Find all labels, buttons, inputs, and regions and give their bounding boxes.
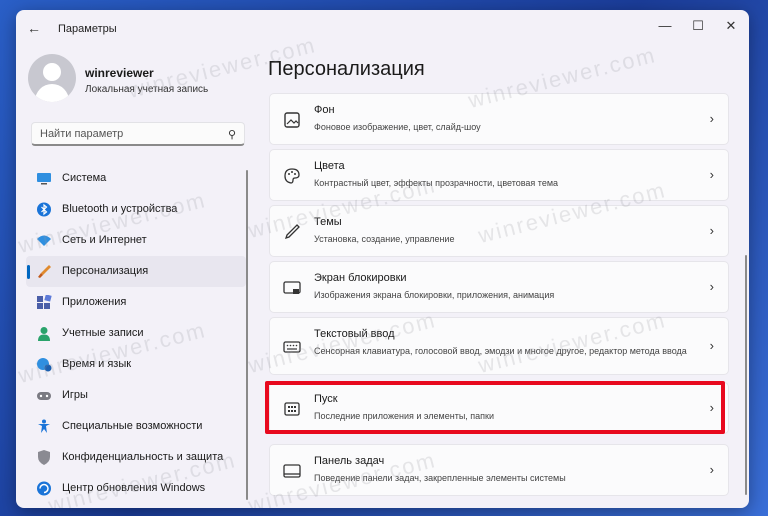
setting-background[interactable]: Фон Фоновое изображение, цвет, слайд-шоу…	[269, 93, 729, 145]
sidebar-item-accessibility[interactable]: Специальные возможности	[26, 411, 246, 442]
sidebar-item-label: Время и язык	[62, 358, 132, 370]
card-title: Экран блокировки	[314, 272, 407, 284]
card-description: Изображения экрана блокировки, приложени…	[314, 290, 555, 300]
maximize-button[interactable]: ☐	[686, 16, 710, 36]
card-title: Фон	[314, 104, 335, 116]
palette-icon	[284, 168, 300, 184]
chevron-right-icon: ›	[709, 111, 714, 126]
sidebar-item-windows-update[interactable]: Центр обновления Windows	[26, 473, 246, 504]
card-title: Текстовый ввод	[314, 328, 395, 340]
user-name: winreviewer	[85, 66, 154, 80]
monitor-icon	[37, 173, 51, 185]
setting-themes[interactable]: Темы Установка, создание, управление ›	[269, 205, 729, 257]
sidebar-item-label: Учетные записи	[62, 327, 144, 339]
wifi-icon	[37, 235, 51, 246]
chevron-right-icon: ›	[709, 279, 714, 294]
sidebar-item-label: Персонализация	[62, 265, 149, 277]
sidebar-item-label: Центр обновления Windows	[62, 482, 206, 494]
apps-icon	[37, 295, 52, 309]
avatar	[28, 54, 76, 102]
sidebar-nav: Система Bluetooth и устройства Сеть и Ин…	[26, 163, 246, 504]
sidebar-item-accounts[interactable]: Учетные записи	[26, 318, 246, 349]
brush-icon	[38, 265, 51, 278]
update-icon	[37, 481, 51, 496]
sidebar-item-personalization[interactable]: Персонализация	[26, 256, 246, 287]
setting-colors[interactable]: Цвета Контрастный цвет, эффекты прозрачн…	[269, 149, 729, 201]
pen-icon	[284, 224, 300, 240]
highlight-frame	[265, 381, 725, 434]
sidebar-item-label: Конфиденциальность и защита	[62, 451, 224, 463]
lock-screen-icon	[283, 281, 301, 294]
gamepad-icon	[37, 392, 51, 400]
card-title: Темы	[314, 216, 342, 228]
page-title: Персонализация	[268, 58, 425, 80]
search-input[interactable]: Найти параметр ⚲	[31, 122, 245, 146]
main-scrollbar[interactable]	[745, 255, 747, 495]
sidebar-item-label: Система	[62, 172, 107, 184]
account-type: Локальная учетная запись	[85, 84, 209, 95]
settings-window: ← Параметры — ☐ ✕ winreviewer Локальная …	[16, 10, 749, 508]
sidebar-item-label: Bluetooth и устройства	[62, 203, 178, 215]
image-icon	[284, 112, 300, 128]
sidebar-item-label: Игры	[62, 389, 88, 401]
setting-lock-screen[interactable]: Экран блокировки Изображения экрана блок…	[269, 261, 729, 313]
card-title: Цвета	[314, 160, 345, 172]
active-indicator	[27, 265, 30, 279]
window-title: Параметры	[58, 23, 117, 35]
sidebar-item-label: Приложения	[62, 296, 127, 308]
chevron-right-icon: ›	[709, 462, 714, 477]
sidebar-item-time-language[interactable]: Время и язык	[26, 349, 246, 380]
sidebar-item-label: Специальные возможности	[62, 420, 203, 432]
search-icon: ⚲	[227, 129, 236, 141]
search-placeholder: Найти параметр	[40, 128, 124, 140]
close-button[interactable]: ✕	[719, 16, 743, 36]
card-description: Сенсорная клавиатура, голосовой ввод, эм…	[314, 346, 687, 356]
sidebar-item-privacy[interactable]: Конфиденциальность и защита	[26, 442, 246, 473]
globe-clock-icon	[37, 358, 52, 372]
sidebar-item-system[interactable]: Система	[26, 163, 246, 194]
card-description: Поведение панели задач, закрепленные эле…	[314, 473, 566, 483]
sidebar-item-label: Сеть и Интернет	[62, 234, 147, 246]
card-description: Установка, создание, управление	[314, 234, 455, 244]
card-description: Фоновое изображение, цвет, слайд-шоу	[314, 122, 481, 132]
sidebar-item-network[interactable]: Сеть и Интернет	[26, 225, 246, 256]
shield-icon	[38, 450, 50, 465]
card-title: Панель задач	[314, 455, 385, 467]
sidebar-item-gaming[interactable]: Игры	[26, 380, 246, 411]
setting-taskbar[interactable]: Панель задач Поведение панели задач, зак…	[269, 444, 729, 496]
sidebar-item-apps[interactable]: Приложения	[26, 287, 246, 318]
keyboard-icon	[283, 341, 301, 353]
sidebar-scrollbar[interactable]	[246, 170, 248, 500]
chevron-right-icon: ›	[709, 223, 714, 238]
setting-text-input[interactable]: Текстовый ввод Сенсорная клавиатура, гол…	[269, 317, 729, 375]
back-arrow-icon[interactable]: ←	[26, 20, 42, 36]
sidebar-item-bluetooth[interactable]: Bluetooth и устройства	[26, 194, 246, 225]
account-icon	[38, 327, 50, 341]
minimize-button[interactable]: —	[653, 16, 677, 36]
chevron-right-icon: ›	[709, 338, 714, 353]
taskbar-icon	[283, 464, 301, 478]
card-description: Контрастный цвет, эффекты прозрачности, …	[314, 178, 559, 188]
accessibility-icon	[38, 419, 50, 433]
title-bar: ← Параметры — ☐ ✕	[16, 10, 749, 46]
chevron-right-icon: ›	[709, 167, 714, 182]
bluetooth-icon	[37, 202, 51, 217]
